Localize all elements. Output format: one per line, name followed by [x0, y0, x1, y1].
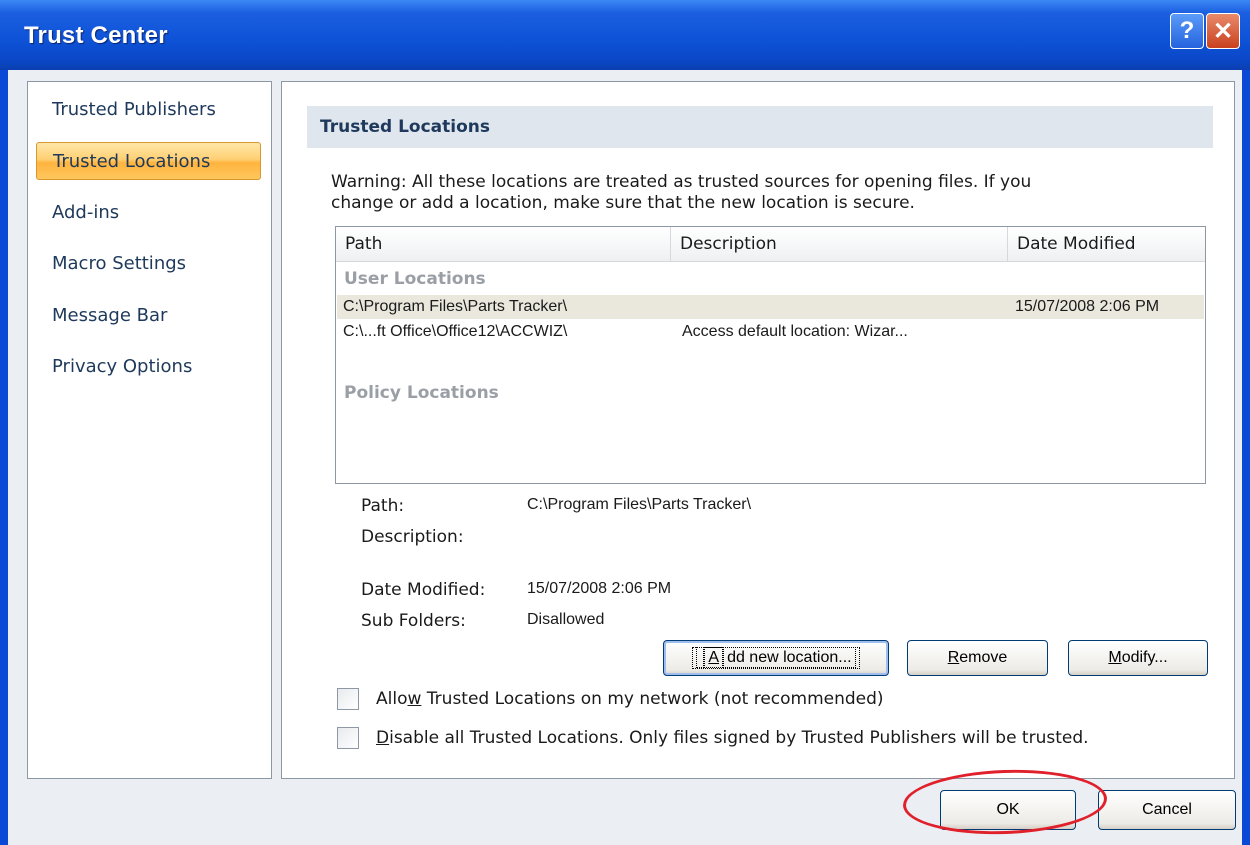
allow-network-locations-checkbox[interactable] [337, 688, 359, 710]
detail-path-value: C:\Program Files\Parts Tracker\ [527, 496, 752, 513]
modify-label-key: M [1108, 649, 1122, 666]
warning-text: Warning: All these locations are treated… [331, 172, 1211, 214]
locations-list[interactable]: Path Description Date Modified User Loca… [335, 226, 1206, 484]
remove-label-key: R [947, 649, 960, 666]
add-new-location-button[interactable]: Add new location... [663, 640, 889, 676]
detail-date-value: 15/07/2008 2:06 PM [527, 580, 672, 597]
dialog-client-area: Trusted Publishers Trusted Locations Add… [8, 70, 1242, 845]
list-row-accwiz[interactable]: C:\...ft Office\Office12\ACCWIZ\ Access … [337, 320, 1204, 344]
column-header-description[interactable]: Description [671, 227, 1008, 261]
column-header-date-modified[interactable]: Date Modified [1008, 227, 1205, 261]
remove-button[interactable]: Remove [907, 640, 1048, 676]
detail-subfolders-label: Sub Folders: [361, 611, 466, 631]
modify-button[interactable]: Modify... [1068, 640, 1208, 676]
section-title: Trusted Locations [307, 106, 1213, 148]
help-icon[interactable]: ? [1170, 13, 1204, 49]
close-icon[interactable]: ✕ [1206, 13, 1240, 49]
add-new-location-label: Add new location... [692, 647, 860, 669]
add-label-post: dd new location... [723, 647, 856, 668]
nav-item-trusted-publishers[interactable]: Trusted Publishers [36, 91, 261, 129]
detail-description-label: Description: [361, 527, 464, 547]
ok-button[interactable]: OK [940, 790, 1076, 830]
nav-item-privacy-options[interactable]: Privacy Options [36, 348, 261, 386]
row-date: 15/07/2008 2:06 PM [1015, 298, 1160, 315]
title-bar[interactable]: Trust Center ? ✕ [0, 0, 1250, 70]
allow-label-key: w [407, 689, 422, 709]
group-label-user-locations: User Locations [344, 269, 486, 289]
cancel-button[interactable]: Cancel [1098, 790, 1236, 830]
detail-subfolders-value: Disallowed [527, 611, 605, 628]
remove-label-post: emove [959, 649, 1008, 666]
allow-label-post: Trusted Locations on my network (not rec… [421, 689, 884, 709]
row-path: C:\...ft Office\Office12\ACCWIZ\ [343, 323, 568, 340]
disable-all-locations-checkbox[interactable] [337, 727, 359, 749]
nav-item-macro-settings[interactable]: Macro Settings [36, 245, 261, 283]
add-label-key: A [704, 647, 724, 668]
list-header: Path Description Date Modified [336, 227, 1205, 262]
trust-center-window: Trust Center ? ✕ Trusted Publishers Trus… [0, 0, 1250, 845]
allow-network-locations-label[interactable]: Allow Trusted Locations on my network (n… [376, 689, 884, 709]
warning-line-2: change or add a location, make sure that… [331, 193, 915, 213]
nav-item-message-bar[interactable]: Message Bar [36, 297, 261, 335]
nav-item-trusted-locations[interactable]: Trusted Locations [36, 142, 261, 180]
detail-path-label: Path: [361, 496, 405, 516]
disable-label-key: D [376, 728, 390, 748]
column-header-path[interactable]: Path [336, 227, 671, 261]
trusted-locations-panel: Trusted Locations Warning: All these loc… [281, 81, 1235, 779]
disable-all-locations-label[interactable]: Disable all Trusted Locations. Only file… [376, 728, 1089, 748]
row-path: C:\Program Files\Parts Tracker\ [343, 298, 568, 315]
category-nav: Trusted Publishers Trusted Locations Add… [27, 81, 272, 779]
nav-item-add-ins[interactable]: Add-ins [36, 194, 261, 232]
window-title: Trust Center [24, 22, 168, 49]
detail-date-label: Date Modified: [361, 580, 486, 600]
list-row-parts-tracker[interactable]: C:\Program Files\Parts Tracker\ 15/07/20… [337, 295, 1204, 319]
warning-line-1: Warning: All these locations are treated… [331, 172, 1032, 192]
row-description: Access default location: Wizar... [682, 323, 908, 340]
modify-label-post: odify... [1121, 649, 1168, 666]
group-label-policy-locations: Policy Locations [344, 383, 499, 403]
disable-label-post: isable all Trusted Locations. Only files… [389, 728, 1089, 748]
allow-label-pre: Allo [376, 689, 408, 709]
